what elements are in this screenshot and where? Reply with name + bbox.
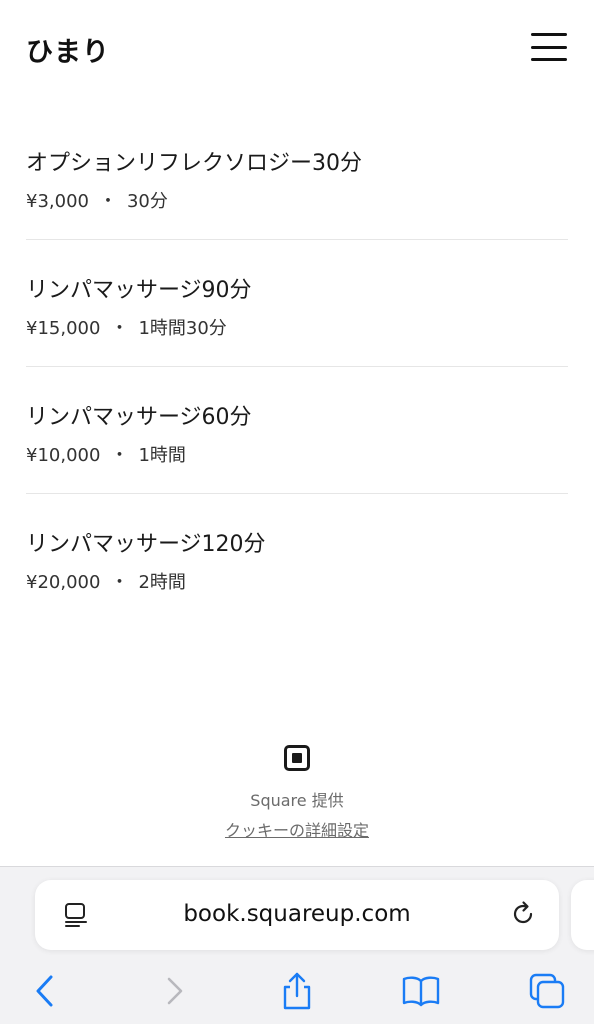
- browser-toolbar: [0, 967, 594, 1017]
- service-meta: ¥10,000 ・ 1時間: [26, 441, 186, 467]
- service-price: ¥3,000: [26, 191, 89, 212]
- service-item[interactable]: リンパマッサージ120分 ¥20,000 ・ 2時間: [26, 494, 568, 621]
- service-name: リンパマッサージ60分: [26, 405, 252, 430]
- service-name: リンパマッサージ120分: [26, 532, 266, 557]
- service-price: ¥10,000: [26, 445, 101, 466]
- tabs-icon[interactable]: [527, 971, 567, 1011]
- booking-page: ひまり オプションリフレクソロジー30分 ¥3,000 ・ 30分 リンパマッサージ…: [0, 0, 594, 1024]
- service-duration: 1時間30分: [138, 318, 227, 339]
- shop-title: ひまり: [26, 37, 110, 68]
- meta-separator: ・: [110, 445, 129, 466]
- service-meta: ¥20,000 ・ 2時間: [26, 568, 186, 594]
- meta-separator: ・: [110, 572, 129, 593]
- url-text[interactable]: book.squareup.com: [95, 901, 499, 927]
- reader-icon[interactable]: [63, 902, 89, 928]
- service-item[interactable]: オプションリフレクソロジー30分 ¥3,000 ・ 30分: [26, 113, 568, 240]
- service-price: ¥15,000: [26, 318, 101, 339]
- bookmarks-icon[interactable]: [401, 971, 441, 1011]
- service-name: リンパマッサージ90分: [26, 278, 252, 303]
- meta-separator: ・: [110, 318, 129, 339]
- service-meta: ¥3,000 ・ 30分: [26, 187, 168, 213]
- service-list: オプションリフレクソロジー30分 ¥3,000 ・ 30分 リンパマッサージ90分 …: [26, 113, 568, 621]
- next-tab-preview[interactable]: [571, 880, 594, 950]
- service-price: ¥20,000: [26, 572, 101, 593]
- hamburger-menu-icon[interactable]: [531, 33, 567, 61]
- browser-bottom-bar: book.squareup.com: [0, 866, 594, 1024]
- cookie-settings-link[interactable]: クッキーの詳細設定: [225, 817, 369, 841]
- service-duration: 1時間: [138, 445, 186, 466]
- service-name: オプションリフレクソロジー30分: [26, 151, 362, 176]
- back-icon[interactable]: [26, 971, 66, 1011]
- page-footer: Square 提供 クッキーの詳細設定: [0, 745, 594, 841]
- powered-by-text: Square 提供: [250, 791, 344, 810]
- meta-separator: ・: [98, 191, 117, 212]
- service-duration: 30分: [126, 191, 168, 212]
- reload-icon[interactable]: [509, 900, 537, 928]
- service-duration: 2時間: [138, 572, 186, 593]
- square-logo-icon: [284, 745, 310, 771]
- service-meta: ¥15,000 ・ 1時間30分: [26, 314, 227, 340]
- address-bar[interactable]: book.squareup.com: [35, 880, 559, 950]
- forward-icon[interactable]: [154, 971, 194, 1011]
- service-item[interactable]: リンパマッサージ90分 ¥15,000 ・ 1時間30分: [26, 240, 568, 367]
- service-item[interactable]: リンパマッサージ60分 ¥10,000 ・ 1時間: [26, 367, 568, 494]
- site-header: ひまり: [0, 0, 594, 100]
- share-icon[interactable]: [277, 971, 317, 1011]
